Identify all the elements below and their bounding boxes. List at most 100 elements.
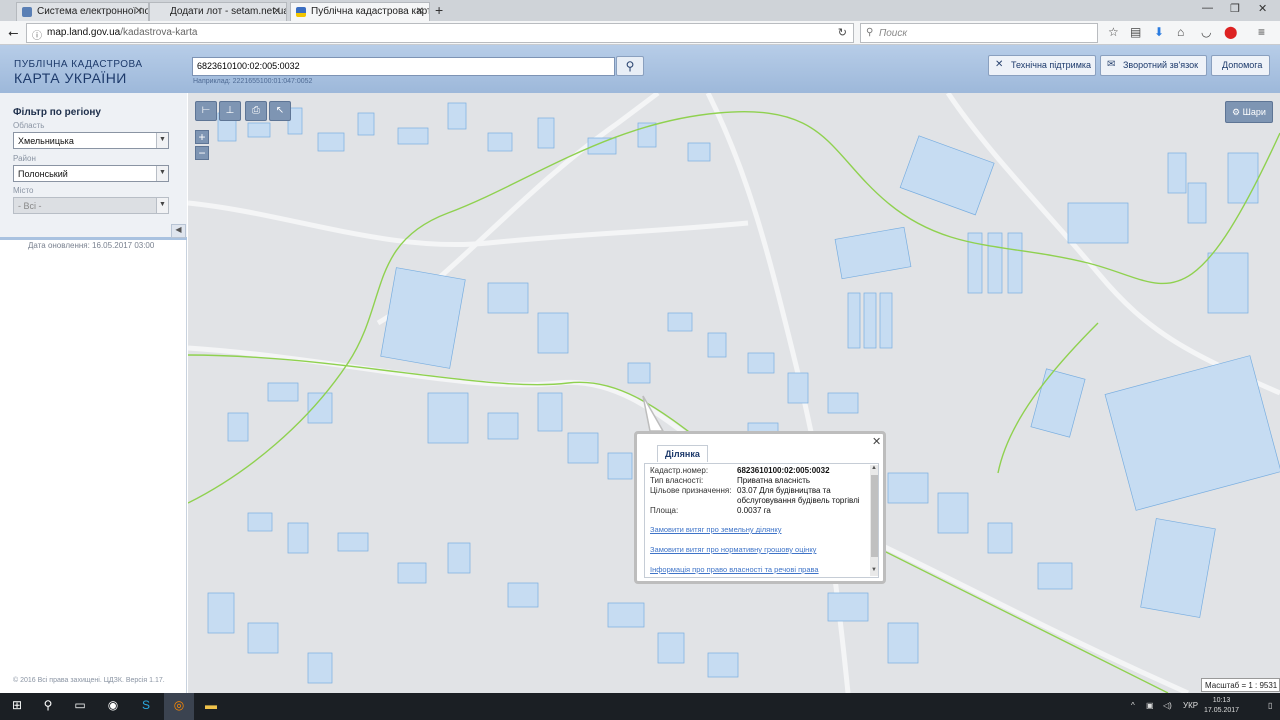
update-date: Дата оновлення: 16.05.2017 03:00: [28, 241, 155, 250]
area-value: 0.0037 га: [737, 506, 771, 515]
tray-chevron-up-icon[interactable]: ^: [1131, 701, 1135, 710]
order-extract-link[interactable]: Замовити витяг про земельну ділянку: [650, 525, 782, 534]
close-icon[interactable]: ✕: [416, 6, 424, 17]
volume-icon[interactable]: ◁): [1163, 701, 1172, 710]
site-header: ПУБЛІЧНА КАДАСТРОВА КАРТА УКРАЇНИ 682361…: [0, 45, 1280, 93]
zoom-in-button[interactable]: +: [195, 130, 209, 144]
firefox-icon[interactable]: ◎: [164, 693, 194, 720]
detail-row: Цільове призначення: 03.07 Для будівницт…: [648, 486, 875, 506]
link-row: Замовити витяг про нормативну грошову оц…: [648, 545, 875, 565]
window-close-icon[interactable]: ✕: [1258, 2, 1267, 15]
city-select[interactable]: - Всі - ▼: [13, 197, 169, 214]
tools-icon: ✕: [995, 59, 1004, 70]
link-row: Інформація про право власності та речові…: [648, 565, 875, 575]
search-icon[interactable]: ⚲: [39, 698, 57, 716]
system-clock[interactable]: 10:13 17.05.2017: [1204, 696, 1239, 716]
search-button[interactable]: ⚲: [616, 56, 644, 76]
measure-distance-button[interactable]: ⊢: [195, 101, 217, 121]
button-label: Зворотний зв'язок: [1123, 60, 1199, 70]
close-icon[interactable]: ✕: [872, 435, 881, 448]
menu-icon[interactable]: ≡: [1258, 25, 1265, 39]
home-icon[interactable]: ⌂: [1177, 25, 1184, 39]
ownership-info-link[interactable]: Інформація про право власності та речові…: [650, 565, 819, 574]
language-indicator[interactable]: УКР: [1183, 701, 1198, 710]
gear-icon: ⚙: [1232, 107, 1241, 117]
district-select[interactable]: Полонський ▼: [13, 165, 169, 182]
help-button[interactable]: Допомога: [1211, 55, 1270, 76]
reload-icon[interactable]: ↻: [838, 26, 847, 39]
layers-button[interactable]: ⚙ Шари: [1225, 101, 1273, 123]
search-icon: ⚲: [866, 27, 874, 38]
feedback-button[interactable]: ✉ Зворотний зв'язок: [1100, 55, 1207, 76]
tab-mail[interactable]: Система електронної поштово ✕: [16, 2, 149, 21]
close-icon[interactable]: ✕: [273, 6, 281, 17]
tab-label: Додати лот - setam.net.ua: [170, 6, 287, 17]
envelope-icon: ✉: [1107, 59, 1116, 70]
cadastral-number-value: 6823610100:02:005:0032: [737, 466, 830, 475]
detail-row: Кадастр.номер: 6823610100:02:005:0032: [648, 466, 875, 476]
tab-setam[interactable]: Додати лот - setam.net.ua ✕: [149, 2, 287, 21]
tray-icon[interactable]: ▣: [1146, 701, 1154, 710]
district-value: Полонський: [18, 169, 68, 179]
order-valuation-link[interactable]: Замовити витяг про нормативну грошову оц…: [650, 545, 816, 554]
scroll-up-icon[interactable]: ▲: [871, 465, 877, 471]
region-value: Хмельницька: [18, 136, 74, 146]
region-select[interactable]: Хмельницька ▼: [13, 132, 169, 149]
new-tab-icon[interactable]: +: [435, 2, 443, 18]
parcel-details: Кадастр.номер: 6823610100:02:005:0032 Ти…: [644, 463, 879, 578]
scale-indicator: Масштаб = 1 : 9531: [1201, 678, 1280, 692]
collapse-sidebar-button[interactable]: ◀: [171, 224, 186, 238]
minimize-icon[interactable]: —: [1202, 2, 1213, 14]
back-arrow-icon[interactable]: ⭠: [8, 25, 18, 41]
filter-panel: Фільтр по регіону Область Хмельницька ▼ …: [0, 93, 187, 240]
notifications-icon[interactable]: ▯: [1268, 701, 1272, 710]
tab-cadastral-map[interactable]: Публічна кадастрова карта ✕: [290, 2, 430, 21]
windows-start-icon[interactable]: ⊞: [8, 698, 26, 716]
ownership-type-value: Приватна власність: [737, 476, 811, 485]
detail-row: Тип власності: Приватна власність: [648, 476, 875, 486]
scroll-down-icon[interactable]: ▼: [871, 567, 877, 573]
zoom-out-button[interactable]: −: [195, 146, 209, 160]
cadastral-number-input[interactable]: 6823610100:02:005:0032: [192, 57, 615, 76]
restore-icon[interactable]: ❐: [1230, 2, 1240, 15]
pocket-icon[interactable]: ◡: [1201, 25, 1211, 39]
cadastral-map[interactable]: ⊢ ⊥ ⎙ ↖ + − ⚙ Шари Масштаб = 1 : 9531 ✕ …: [188, 93, 1280, 693]
measure-area-button[interactable]: ⊥: [219, 101, 241, 121]
tab-parcel[interactable]: Ділянка: [657, 445, 708, 462]
scroll-thumb[interactable]: [871, 475, 878, 557]
printer-icon: ⎙: [252, 105, 260, 116]
skype-icon[interactable]: S: [137, 698, 155, 716]
url-host: map.land.gov.ua: [47, 27, 121, 38]
search-placeholder: Поиск: [879, 28, 908, 39]
cursor-question-icon: ↖: [275, 105, 285, 116]
print-button[interactable]: ⎙: [245, 101, 267, 121]
area-label: Площа:: [650, 506, 679, 515]
download-icon[interactable]: ⬇: [1154, 25, 1164, 39]
adblock-icon[interactable]: ⬤: [1224, 25, 1237, 39]
purpose-label: Цільове призначення:: [650, 486, 732, 495]
browser-navbar: ⭠ ⓘ map.land.gov.ua/kadastrova-karta ↻ ⚲…: [0, 21, 1280, 45]
file-explorer-icon[interactable]: ▬: [202, 698, 220, 716]
star-icon[interactable]: ☆: [1108, 25, 1119, 39]
technical-support-button[interactable]: ✕ Технічна підтримка: [988, 55, 1096, 76]
button-label: Технічна підтримка: [1011, 60, 1092, 70]
site-logo-line2[interactable]: КАРТА УКРАЇНИ: [14, 70, 127, 86]
tab-label: Публічна кадастрова карта: [311, 6, 430, 17]
chrome-icon[interactable]: ◉: [104, 698, 122, 716]
browser-tabbar: Система електронної поштово ✕ Додати лот…: [0, 0, 1280, 21]
task-view-icon[interactable]: ▭: [71, 698, 89, 716]
browser-search-input[interactable]: ⚲ Поиск: [860, 23, 1098, 43]
address-bar[interactable]: ⓘ map.land.gov.ua/kadastrova-karta ↻: [26, 23, 854, 43]
popup-scrollbar[interactable]: ▲ ▼: [870, 465, 878, 576]
url-path: /kadastrova-karta: [120, 27, 198, 38]
map-canvas[interactable]: [188, 93, 1280, 693]
filter-title: Фільтр по регіону: [13, 107, 101, 118]
close-icon[interactable]: ✕: [135, 6, 143, 17]
reading-list-icon[interactable]: ▤: [1130, 25, 1141, 39]
city-value: - Всі -: [18, 201, 42, 211]
windows-taskbar: ⊞ ⚲ ▭ ◉ S ◎ ▬ ^ ▣ ◁) УКР 10:13 17.05.201…: [0, 693, 1280, 720]
site-logo-line1[interactable]: ПУБЛІЧНА КАДАСТРОВА: [14, 59, 143, 70]
info-icon[interactable]: ⓘ: [32, 27, 42, 42]
identify-button[interactable]: ↖: [269, 101, 291, 121]
ownership-type-label: Тип власності:: [650, 476, 704, 485]
